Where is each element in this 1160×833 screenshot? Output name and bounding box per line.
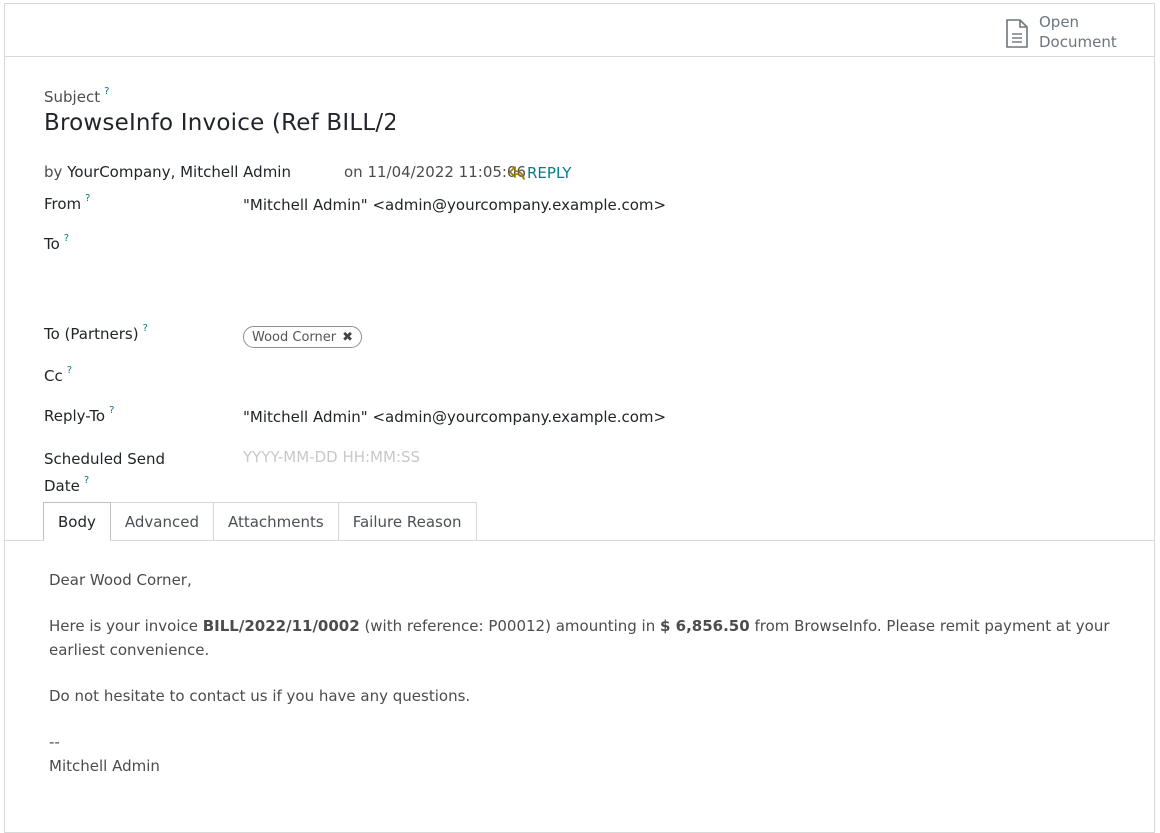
cc-field[interactable] (243, 368, 843, 388)
notebook-tabs: Body Advanced Attachments Failure Reason (43, 502, 477, 541)
contact-text: Do not hesitate to contact us if you hav… (49, 687, 471, 705)
from-label: From? (44, 193, 90, 213)
help-tooltip-icon[interactable]: ? (64, 233, 69, 244)
author-line: by YourCompany, Mitchell Administrator o… (44, 163, 526, 181)
signature-dash: -- (49, 733, 60, 751)
open-document-button[interactable]: Open Document (1005, 12, 1125, 52)
help-tooltip-icon[interactable]: ? (143, 323, 148, 334)
reply-to-label: Reply-To? (44, 405, 114, 425)
from-label-text: From (44, 195, 82, 213)
to-label: To? (44, 233, 69, 253)
partner-tag[interactable]: Wood Corner ✖ (243, 326, 363, 348)
help-tooltip-icon[interactable]: ? (67, 365, 72, 376)
reply-button[interactable]: REPLY (509, 164, 571, 182)
scheduled-date-label: Scheduled Send Date? (44, 447, 165, 498)
to-partners-label-text: To (Partners) (44, 325, 139, 343)
invoice-paragraph: Here is your invoice BILL/2022/11/0002 (… (49, 614, 1129, 662)
scheduled-date-label-line2: Date (44, 477, 80, 495)
cc-label: Cc? (44, 365, 72, 385)
from-field[interactable]: "Mitchell Admin" <admin@yourcompany.exam… (243, 196, 666, 214)
partner-tag-label: Wood Corner (252, 329, 337, 345)
tab-failure-reason[interactable]: Failure Reason (338, 502, 477, 541)
scheduled-date-label-line1: Scheduled Send (44, 450, 165, 468)
signature-text: Mitchell Admin (49, 757, 160, 775)
reply-to-field[interactable]: "Mitchell Admin" <admin@yourcompany.exam… (243, 408, 666, 426)
help-tooltip-icon[interactable]: ? (85, 193, 90, 204)
invoice-text-mid: (with reference: P00012) amounting in (359, 617, 660, 635)
reply-arrow-icon (509, 166, 525, 180)
reply-label: REPLY (527, 164, 572, 182)
close-icon[interactable]: ✖ (342, 330, 353, 345)
mail-form-sheet: Open Document Subject? BrowseInfo Invoic… (4, 3, 1155, 833)
open-document-label: Open Document (1039, 13, 1117, 51)
greeting-text: Dear Wood Corner, (49, 571, 192, 589)
tab-attachments[interactable]: Attachments (213, 502, 339, 541)
by-label: by (44, 163, 63, 181)
help-tooltip-icon[interactable]: ? (84, 475, 89, 486)
subject-label-text: Subject (44, 88, 101, 106)
subject-field[interactable]: BrowseInfo Invoice (Ref BILL/2022/11/000… (44, 110, 395, 136)
tab-body[interactable]: Body (43, 502, 111, 541)
to-label-text: To (44, 235, 60, 253)
tab-advanced[interactable]: Advanced (110, 502, 214, 541)
help-tooltip-icon[interactable]: ? (104, 86, 109, 97)
document-icon (1005, 19, 1031, 49)
subject-label: Subject? (44, 86, 109, 106)
to-field[interactable] (243, 236, 843, 296)
cc-label-text: Cc (44, 367, 63, 385)
invoice-number: BILL/2022/11/0002 (202, 617, 360, 635)
button-box: Open Document (5, 4, 1154, 57)
invoice-amount: $ 6,856.50 (660, 617, 750, 635)
scheduled-date-input[interactable]: YYYY-MM-DD HH:MM:SS (243, 448, 420, 466)
tabs-divider (5, 540, 1154, 541)
author-field[interactable]: YourCompany, Mitchell Administrator (67, 163, 291, 181)
invoice-text-pre: Here is your invoice (49, 617, 203, 635)
to-partners-label: To (Partners)? (44, 323, 148, 343)
reply-to-label-text: Reply-To (44, 407, 106, 425)
date-text: on 11/04/2022 11:05:06 (344, 163, 527, 181)
help-tooltip-icon[interactable]: ? (109, 405, 114, 416)
email-body[interactable]: Dear Wood Corner, Here is your invoice B… (49, 568, 1129, 778)
